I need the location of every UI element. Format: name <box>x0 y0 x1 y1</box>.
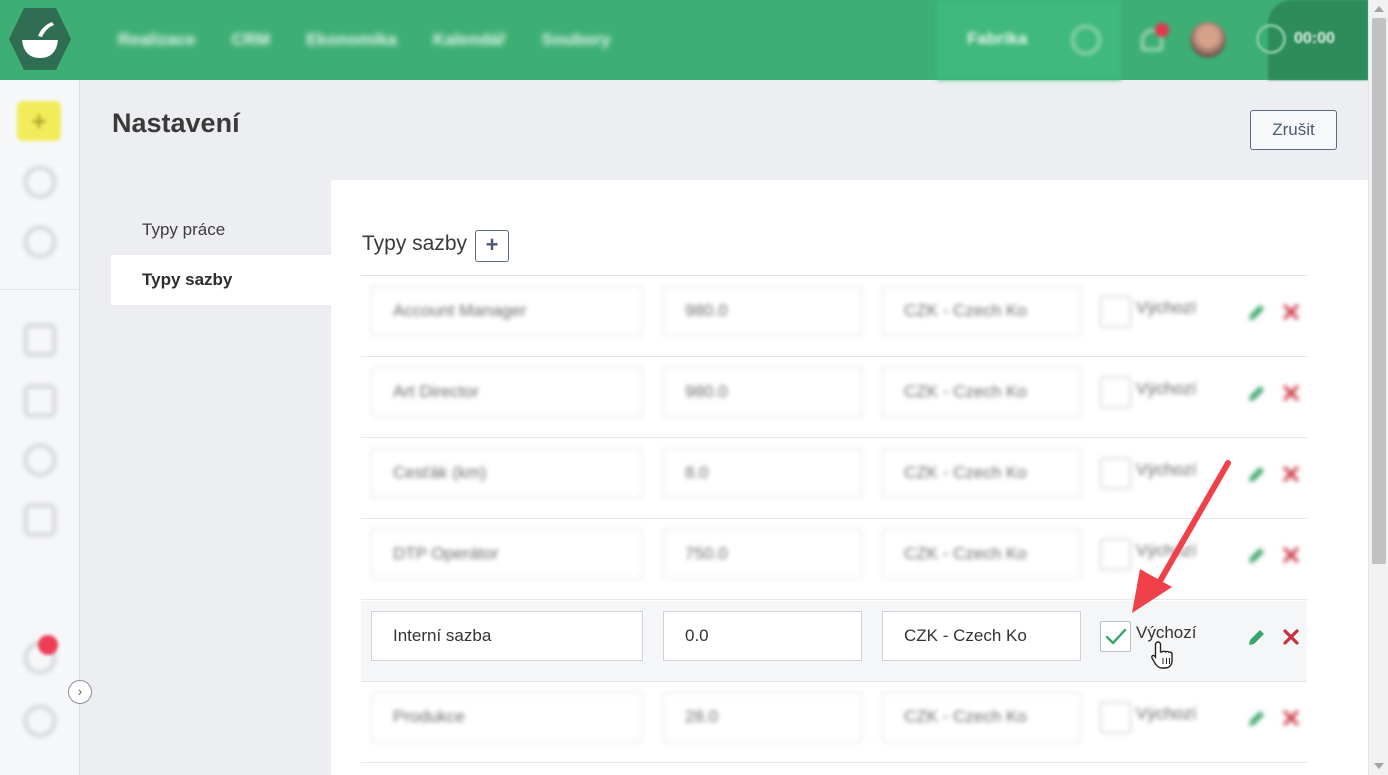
rate-name-input[interactable]: Interní sazba <box>371 611 643 661</box>
quick-add-button[interactable]: + <box>17 101 61 141</box>
edit-pencil-icon[interactable] <box>1245 302 1267 324</box>
delete-x-icon[interactable] <box>1282 709 1300 727</box>
edit-pencil-icon[interactable] <box>1245 383 1267 405</box>
edit-pencil-icon[interactable] <box>1245 708 1267 730</box>
rate-price-input[interactable]: 750.0 <box>663 529 862 579</box>
nav-item-ekonomika[interactable]: Ekonomika <box>306 30 397 50</box>
top-navigation-bar: Realizace CRM Ekonomika Kalendář Soubory… <box>0 0 1368 80</box>
rate-price-input[interactable]: 980.0 <box>663 367 862 417</box>
delete-x-icon[interactable] <box>1282 465 1300 483</box>
rate-name-input[interactable]: Cesťák (km) <box>371 448 643 498</box>
scroll-up-arrow-icon[interactable] <box>1374 6 1384 12</box>
tasks-icon[interactable] <box>24 385 56 417</box>
scroll-down-arrow-icon[interactable] <box>1374 763 1384 769</box>
time-tracker[interactable]: 00:00 <box>1256 0 1368 80</box>
table-row: Produkce 28.0 CZK - Czech Ko Výchozí <box>361 682 1307 763</box>
reports-icon[interactable] <box>24 504 56 536</box>
search-icon[interactable] <box>24 166 56 198</box>
rate-name-input[interactable]: Art Director <box>371 367 643 417</box>
default-label: Výchozí <box>1136 298 1197 317</box>
scrollbar-thumb[interactable] <box>1372 18 1386 564</box>
default-checkbox[interactable] <box>1100 377 1131 408</box>
default-checkbox[interactable] <box>1100 296 1131 327</box>
company-name: Fabrika <box>967 29 1028 48</box>
rate-price-input[interactable]: 28.0 <box>663 692 862 742</box>
app-logo-icon[interactable] <box>8 6 72 72</box>
nav-item-crm[interactable]: CRM <box>232 30 271 50</box>
edit-pencil-icon[interactable] <box>1245 627 1267 649</box>
subnav-item-typy-sazby[interactable]: Typy sazby <box>111 255 331 305</box>
notifications-bell-icon[interactable] <box>1137 23 1169 55</box>
hand-cursor-icon <box>1151 641 1173 669</box>
table-row: Account Manager 980.0 CZK - Czech Ko Výc… <box>361 276 1307 357</box>
company-switcher[interactable]: Fabrika <box>937 0 1121 80</box>
user-icon[interactable] <box>24 226 56 258</box>
help-circle-icon[interactable] <box>24 705 56 737</box>
currency-select[interactable]: CZK - Czech Ko <box>882 611 1081 661</box>
table-row: Art Director 980.0 CZK - Czech Ko Výchoz… <box>361 357 1307 438</box>
rate-name-input[interactable]: Account Manager <box>371 286 643 336</box>
settings-gear-icon[interactable] <box>24 444 56 476</box>
page-title: Nastavení <box>112 108 240 138</box>
subnav-item-typy-prace[interactable]: Typy práce <box>111 205 331 255</box>
rate-name-input[interactable]: DTP Operátor <box>371 529 643 579</box>
rate-price-input[interactable]: 980.0 <box>663 286 862 336</box>
chat-badge <box>38 635 58 655</box>
default-label: Výchozí <box>1136 704 1197 723</box>
currency-select[interactable]: CZK - Czech Ko <box>882 367 1081 417</box>
currency-select[interactable]: CZK - Czech Ko <box>882 692 1081 742</box>
delete-x-icon[interactable] <box>1282 384 1300 402</box>
stopwatch-icon <box>1256 24 1286 54</box>
default-checkbox[interactable] <box>1100 702 1131 733</box>
sidebar-expand-chevron-icon[interactable]: › <box>68 680 92 704</box>
cancel-button[interactable]: Zrušit <box>1250 110 1337 150</box>
user-avatar[interactable] <box>1190 22 1226 58</box>
add-rate-type-button[interactable]: + <box>475 230 509 262</box>
rate-price-input[interactable]: 0.0 <box>663 611 862 661</box>
currency-select[interactable]: CZK - Czech Ko <box>882 286 1081 336</box>
currency-select[interactable]: CZK - Czech Ko <box>882 448 1081 498</box>
projects-icon[interactable] <box>24 324 56 356</box>
nav-item-kalendar[interactable]: Kalendář <box>433 30 506 50</box>
default-label: Výchozí <box>1136 379 1197 398</box>
left-sidebar: + <box>0 80 80 775</box>
rate-price-input[interactable]: 8.0 <box>663 448 862 498</box>
section-title: Typy sazby <box>362 232 468 255</box>
sidebar-divider <box>0 289 80 290</box>
main-nav: Realizace CRM Ekonomika Kalendář Soubory <box>118 0 611 80</box>
currency-select[interactable]: CZK - Czech Ko <box>882 529 1081 579</box>
timer-value: 00:00 <box>1294 30 1335 47</box>
page-scrollbar[interactable] <box>1368 0 1388 775</box>
notification-badge <box>1155 23 1169 37</box>
nav-item-realizace[interactable]: Realizace <box>118 30 196 50</box>
rate-name-input[interactable]: Produkce <box>371 692 643 742</box>
nav-item-soubory[interactable]: Soubory <box>542 30 611 50</box>
delete-x-icon[interactable] <box>1282 628 1300 646</box>
delete-x-icon[interactable] <box>1282 546 1300 564</box>
help-icon[interactable] <box>1071 25 1101 55</box>
delete-x-icon[interactable] <box>1282 303 1300 321</box>
annotation-arrow-icon <box>1132 460 1231 613</box>
